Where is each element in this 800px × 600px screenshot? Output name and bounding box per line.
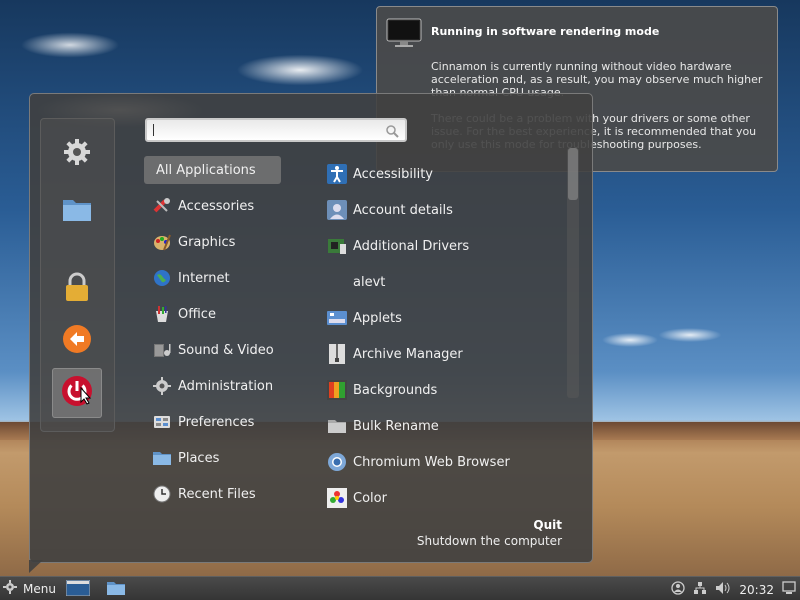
backgrounds-icon [327, 380, 347, 400]
sound-video-icon [152, 340, 172, 360]
app-color[interactable]: Color [327, 480, 567, 516]
category-label: Recent Files [178, 486, 256, 502]
category-preferences[interactable]: Preferences [144, 404, 314, 440]
app-label: alevt [353, 274, 386, 290]
color-icon [327, 488, 347, 508]
logout-icon [62, 324, 92, 358]
category-places[interactable]: Places [144, 440, 314, 476]
category-administration[interactable]: Administration [144, 368, 314, 404]
administration-icon [152, 376, 172, 396]
app-label: Chromium Web Browser [353, 454, 510, 470]
category-list: All Applications Accessories Graphics In… [144, 156, 314, 512]
quit-info: Quit Shutdown the computer [417, 518, 562, 548]
scrollbar-thumb[interactable] [568, 148, 578, 200]
app-additional-drivers[interactable]: Additional Drivers [327, 228, 567, 264]
bottom-panel: Menu 20:32 [0, 576, 800, 600]
application-list: Accessibility Account details Additional… [327, 156, 567, 516]
window-list-icon[interactable] [782, 581, 796, 598]
favorite-files-button[interactable] [52, 186, 102, 236]
folder-icon [62, 196, 92, 226]
quit-description: Shutdown the computer [416, 534, 562, 548]
category-label: Administration [178, 378, 274, 394]
quit-title: Quit [533, 518, 562, 532]
app-applets[interactable]: Applets [327, 300, 567, 336]
applets-icon [327, 308, 347, 328]
app-label: Bulk Rename [353, 418, 439, 434]
volume-icon[interactable] [715, 581, 731, 598]
app-chromium-web-browser[interactable]: Chromium Web Browser [327, 444, 567, 480]
category-label: Sound & Video [178, 342, 274, 358]
system-tray: 20:32 [663, 581, 796, 598]
category-label: All Applications [156, 162, 256, 178]
favorite-shutdown-button[interactable] [52, 368, 102, 418]
category-all-applications[interactable]: All Applications [144, 156, 281, 184]
drivers-icon [327, 236, 347, 256]
category-label: Accessories [178, 198, 255, 214]
favorites-sidebar [40, 118, 115, 432]
app-label: Applets [353, 310, 402, 326]
folder-icon [106, 581, 126, 600]
gear-icon [62, 137, 92, 171]
menu-pointer [29, 560, 43, 573]
category-label: Places [178, 450, 220, 466]
category-label: Internet [178, 270, 230, 286]
category-label: Preferences [178, 414, 255, 430]
network-icon[interactable] [693, 581, 707, 598]
favorite-settings-button[interactable] [52, 129, 102, 179]
category-office[interactable]: Office [144, 296, 314, 332]
panel-files-launcher[interactable] [106, 581, 126, 600]
chromium-icon [327, 452, 347, 472]
category-internet[interactable]: Internet [144, 260, 314, 296]
monitor-icon [386, 18, 422, 48]
gear-icon [3, 580, 17, 597]
app-account-details[interactable]: Account details [327, 192, 567, 228]
favorite-lock-button[interactable] [52, 264, 102, 314]
app-label: Archive Manager [353, 346, 463, 362]
app-label: Account details [353, 202, 453, 218]
category-accessories[interactable]: Accessories [144, 188, 314, 224]
application-menu: All Applications Accessories Graphics In… [29, 93, 593, 563]
category-label: Graphics [178, 234, 236, 250]
show-desktop-button[interactable] [65, 579, 91, 600]
app-list-scrollbar[interactable] [567, 148, 579, 398]
app-backgrounds[interactable]: Backgrounds [327, 372, 567, 408]
graphics-icon [152, 232, 172, 252]
lock-icon [64, 272, 90, 306]
panel-menu-button[interactable]: Menu [3, 580, 56, 597]
category-label: Office [178, 306, 216, 322]
office-icon [152, 304, 172, 324]
app-label: Accessibility [353, 166, 433, 182]
category-recent-files[interactable]: Recent Files [144, 476, 314, 512]
app-archive-manager[interactable]: Archive Manager [327, 336, 567, 372]
category-sound-video[interactable]: Sound & Video [144, 332, 314, 368]
show-desktop-icon [65, 579, 91, 600]
search-icon [385, 123, 399, 142]
panel-menu-label: Menu [23, 581, 56, 596]
rename-icon [327, 416, 347, 436]
archive-icon [327, 344, 347, 364]
accessibility-icon [327, 164, 347, 184]
app-alevt[interactable]: alevt [327, 264, 567, 300]
category-graphics[interactable]: Graphics [144, 224, 314, 260]
clock[interactable]: 20:32 [739, 583, 774, 597]
recent-files-icon [152, 484, 172, 504]
user-icon[interactable] [671, 581, 686, 598]
accessories-icon [152, 196, 172, 216]
app-label: Backgrounds [353, 382, 438, 398]
notification-title: Running in software rendering mode [431, 25, 660, 38]
internet-icon [152, 268, 172, 288]
app-accessibility[interactable]: Accessibility [327, 156, 567, 192]
app-bulk-rename[interactable]: Bulk Rename [327, 408, 567, 444]
favorite-logout-button[interactable] [52, 316, 102, 366]
app-label: Color [353, 490, 387, 506]
app-label: Additional Drivers [353, 238, 470, 254]
blank-icon [327, 272, 347, 292]
search-input[interactable] [145, 118, 407, 142]
text-caret [153, 124, 154, 136]
account-icon [327, 200, 347, 220]
mouse-cursor-icon [80, 386, 92, 409]
places-icon [152, 448, 172, 468]
preferences-icon [152, 412, 172, 432]
